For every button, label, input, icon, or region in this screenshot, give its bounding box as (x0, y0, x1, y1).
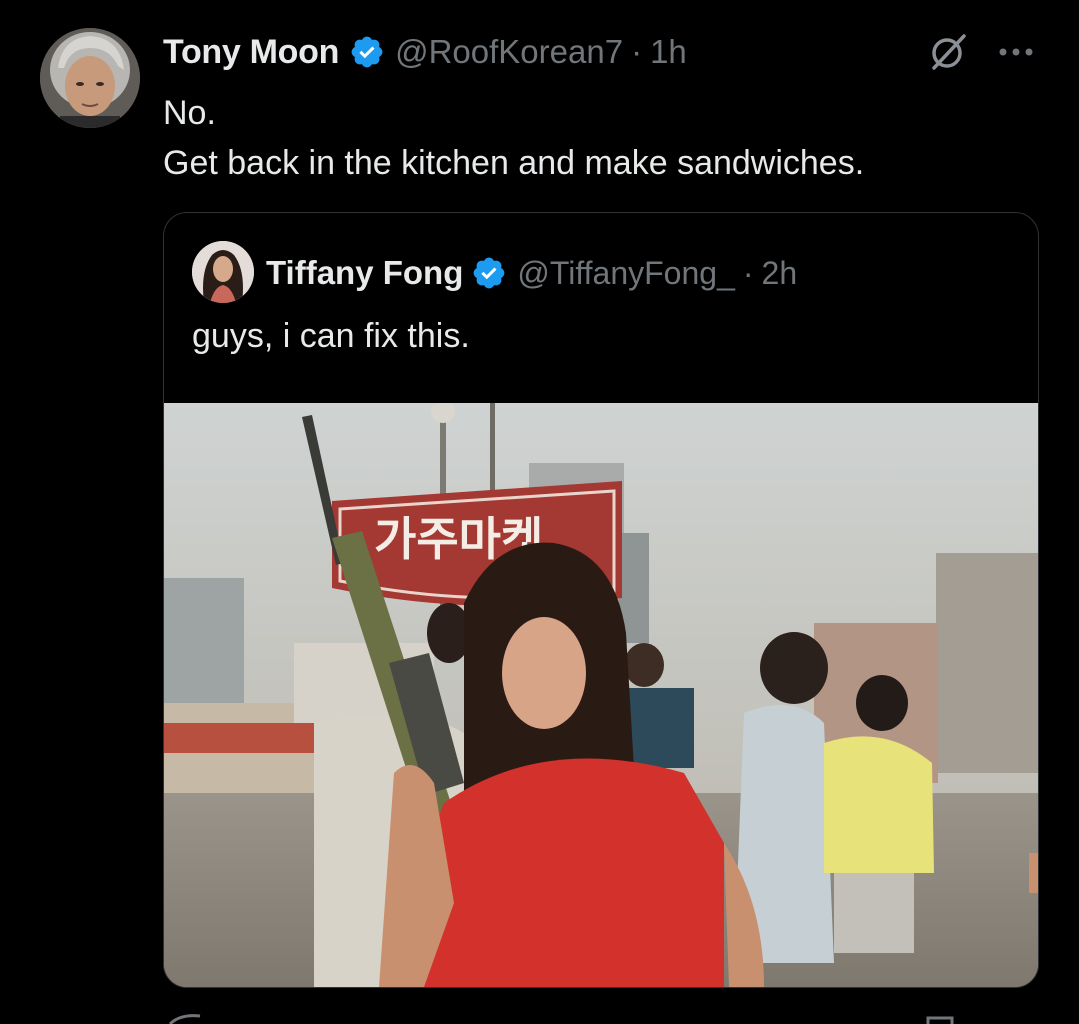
quoted-tweet-text: guys, i can fix this. (192, 317, 470, 355)
quoted-tweet[interactable]: Tiffany Fong @TiffanyFong_ · 2h guys, i … (163, 212, 1039, 988)
tweet-header: Tony Moon @RoofKorean7 · 1h (163, 30, 687, 74)
quoted-tweet-header: Tiffany Fong @TiffanyFong_ · 2h (266, 251, 797, 295)
tweet[interactable]: Tony Moon @RoofKorean7 · 1h No. Get back… (0, 0, 1079, 1024)
quoted-author-name[interactable]: Tiffany Fong (266, 254, 463, 292)
tweet-time[interactable]: 1h (650, 33, 687, 71)
author-name[interactable]: Tony Moon (163, 33, 339, 72)
tweet-text: No. Get back in the kitchen and make san… (163, 88, 1043, 188)
author-avatar-image (40, 28, 140, 128)
author-avatar[interactable] (40, 28, 140, 128)
tweet-text-line: No. (163, 94, 216, 132)
quoted-author-handle[interactable]: @TiffanyFong_ (517, 255, 734, 292)
author-handle[interactable]: @RoofKorean7 (395, 33, 623, 71)
more-icon[interactable] (996, 34, 1036, 70)
separator-dot: · (631, 33, 643, 70)
quoted-author-avatar-image (192, 241, 254, 303)
action-bar-edge (0, 1010, 1079, 1024)
quoted-tweet-image[interactable]: 가주마켓 (164, 403, 1038, 987)
quoted-author-avatar[interactable] (192, 241, 254, 303)
verified-badge-icon[interactable] (349, 34, 385, 70)
grok-icon[interactable] (928, 32, 968, 72)
tweet-text-line: Get back in the kitchen and make sandwic… (163, 144, 865, 182)
separator-dot: · (742, 254, 754, 291)
quoted-tweet-time[interactable]: 2h (762, 255, 798, 292)
verified-badge-icon[interactable] (471, 255, 507, 291)
